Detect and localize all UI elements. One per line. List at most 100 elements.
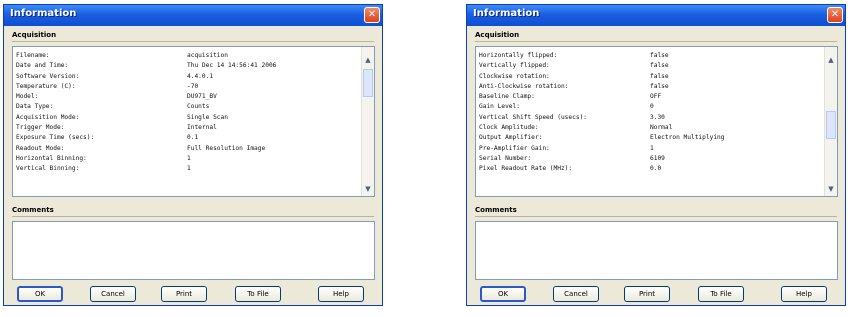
list-item[interactable]: Date and Time: Thu Dec 14 14:56:41 2006 xyxy=(16,61,358,71)
to-file-button[interactable]: To File xyxy=(698,286,744,302)
group-divider xyxy=(12,216,374,217)
scroll-thumb[interactable] xyxy=(363,69,373,97)
list-item[interactable]: Acquisition Mode: Single Scan xyxy=(16,113,358,123)
row-key: Anti-Clockwise rotation: xyxy=(479,82,569,90)
row-value: Normal xyxy=(650,124,673,132)
list-item[interactable]: Data Type: Counts xyxy=(16,102,358,112)
row-key: Vertical Binning: xyxy=(16,165,80,173)
list-item[interactable]: Clockwise rotation: false xyxy=(479,72,821,82)
ok-button[interactable]: OK xyxy=(17,286,63,302)
row-key: Serial Number: xyxy=(479,154,532,162)
list-item[interactable]: Output Amplifier: Electron Multiplying xyxy=(479,133,821,143)
row-value: false xyxy=(650,82,669,90)
list-item[interactable]: Clock Amplitude: Normal xyxy=(479,123,821,133)
row-value: Electron Multiplying xyxy=(650,134,725,142)
scroll-up-icon[interactable]: ▲ xyxy=(826,55,836,65)
comments-group-label: Comments xyxy=(475,206,517,214)
button-bar: OK Cancel Print To File Help xyxy=(467,286,845,303)
list-item[interactable]: Vertical Binning: 1 xyxy=(16,164,358,174)
row-key: Filename: xyxy=(16,52,50,59)
vertical-scrollbar[interactable]: ▲ ▼ xyxy=(361,47,374,196)
row-key: Readout Mode: xyxy=(16,144,65,152)
list-item[interactable]: Model: DU971_BV xyxy=(16,92,358,102)
close-icon[interactable]: ✕ xyxy=(364,7,380,23)
list-item[interactable]: Gain Level: 0 xyxy=(479,102,821,112)
row-value: DU971_BV xyxy=(187,93,217,101)
scroll-thumb[interactable] xyxy=(826,111,836,139)
vertical-scrollbar[interactable]: ▲ ▼ xyxy=(824,47,837,196)
row-value: 6109 xyxy=(650,154,665,162)
list-item[interactable]: Horizontally flipped: false xyxy=(479,51,821,61)
list-item[interactable]: Baseline Clamp: OFF xyxy=(479,92,821,102)
information-dialog-left: Information ✕ Acquisition Filename: acqui… xyxy=(3,4,383,306)
ok-button[interactable]: OK xyxy=(480,286,526,302)
group-divider xyxy=(475,216,837,217)
cancel-button[interactable]: Cancel xyxy=(90,286,136,302)
cancel-button[interactable]: Cancel xyxy=(553,286,599,302)
row-key: Exposure Time (secs): xyxy=(16,134,95,142)
row-key: Trigger Mode: xyxy=(16,124,65,132)
row-key: Clock Amplitude: xyxy=(479,124,539,132)
print-button[interactable]: Print xyxy=(161,286,207,302)
row-value: 4.4.0.1 xyxy=(187,72,214,80)
list-item[interactable]: Vertically flipped: false xyxy=(479,61,821,71)
list-item[interactable]: Pre-Amplifier Gain: 1 xyxy=(479,144,821,154)
row-key: Output Amplifier: xyxy=(479,134,543,142)
acquisition-list[interactable]: Filename: acquisition Date and Time: Thu D… xyxy=(12,46,375,197)
list-item[interactable]: Temperature (C): -70 xyxy=(16,82,358,92)
row-key: Vertically flipped: xyxy=(479,62,550,70)
acquisition-list[interactable]: Horizontally flipped: false Vertically fl… xyxy=(475,46,838,197)
row-key: Vertical Shift Speed (usecs): xyxy=(479,113,588,121)
window-title: Information xyxy=(473,8,540,19)
row-value: Full Resolution Image xyxy=(187,144,266,152)
row-key: Horizontally flipped: xyxy=(479,52,558,59)
acquisition-group-label: Acquisition xyxy=(12,31,57,39)
help-button[interactable]: Help xyxy=(781,286,827,302)
to-file-button[interactable]: To File xyxy=(235,286,281,302)
scroll-down-icon[interactable]: ▼ xyxy=(363,184,373,194)
row-value: Counts xyxy=(187,103,210,111)
help-button[interactable]: Help xyxy=(318,286,364,302)
row-key: Gain Level: xyxy=(479,103,520,111)
print-button[interactable]: Print xyxy=(624,286,670,302)
row-key: Software Version: xyxy=(16,72,80,80)
list-item[interactable]: Readout Mode: Full Resolution Image xyxy=(16,144,358,154)
list-item[interactable]: Trigger Mode: Internal xyxy=(16,123,358,133)
row-value: 0 xyxy=(650,103,654,111)
comments-textbox[interactable] xyxy=(12,221,375,280)
close-icon[interactable]: ✕ xyxy=(827,7,843,23)
row-value: false xyxy=(650,62,669,70)
row-value: 0.1 xyxy=(187,134,199,142)
row-value: OFF xyxy=(650,93,662,101)
row-key: Date and Time: xyxy=(16,62,69,70)
row-key: Horizontal Binning: xyxy=(16,154,87,162)
comments-group-label: Comments xyxy=(12,206,54,214)
list-item[interactable]: Anti-Clockwise rotation: false xyxy=(479,82,821,92)
row-key: Clockwise rotation: xyxy=(479,72,550,80)
scroll-up-icon[interactable]: ▲ xyxy=(363,55,373,65)
comments-textbox[interactable] xyxy=(475,221,838,280)
button-bar: OK Cancel Print To File Help xyxy=(4,286,382,303)
row-key: Data Type: xyxy=(16,103,54,111)
row-value: 3.30 xyxy=(650,113,665,121)
list-item[interactable]: Software Version: 4.4.0.1 xyxy=(16,72,358,82)
row-key: Model: xyxy=(16,93,39,101)
list-item[interactable]: Serial Number: 6109 xyxy=(479,154,821,164)
row-value: Internal xyxy=(187,124,217,132)
row-value: -70 xyxy=(187,82,199,90)
list-item[interactable]: Exposure Time (secs): 0.1 xyxy=(16,133,358,143)
row-key: Pre-Amplifier Gain: xyxy=(479,144,550,152)
title-bar[interactable]: Information ✕ xyxy=(4,5,382,26)
list-item[interactable]: Vertical Shift Speed (usecs): 3.30 xyxy=(479,113,821,123)
title-bar[interactable]: Information ✕ xyxy=(467,5,845,26)
list-item[interactable]: Pixel Readout Rate (MHz): 0.0 xyxy=(479,164,821,174)
scroll-down-icon[interactable]: ▼ xyxy=(826,184,836,194)
row-key: Acquisition Mode: xyxy=(16,113,80,121)
row-key: Baseline Clamp: xyxy=(479,93,535,101)
list-item[interactable]: Horizontal Binning: 1 xyxy=(16,154,358,164)
row-key: Pixel Readout Rate (MHz): xyxy=(479,165,573,173)
row-value: 1 xyxy=(187,165,191,173)
acquisition-group-label: Acquisition xyxy=(475,31,520,39)
list-item[interactable]: Filename: acquisition xyxy=(16,51,358,61)
row-key: Temperature (C): xyxy=(16,82,76,90)
